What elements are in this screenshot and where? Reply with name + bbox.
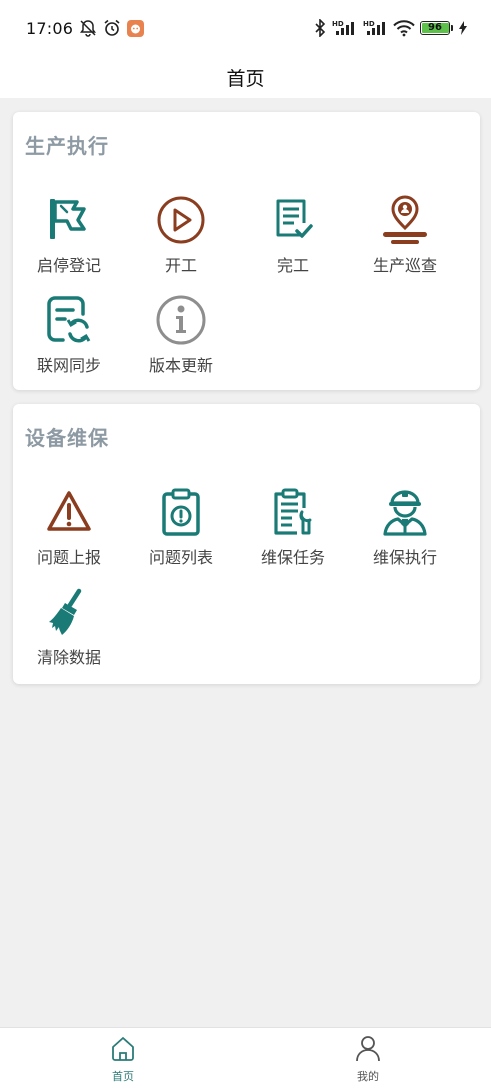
menu-item-label: 版本更新: [148, 356, 213, 375]
tab-label: 首页: [112, 1070, 134, 1083]
broom-icon: [41, 584, 97, 640]
menu-item-issue-list[interactable]: 问题列表: [125, 484, 237, 574]
flag-icon: [41, 192, 97, 248]
signal-hd-icon: HD: [331, 19, 357, 37]
location-person-icon: [377, 192, 433, 248]
menu-item-label: 完工: [276, 256, 309, 275]
menu-item-label: 启停登记: [36, 256, 101, 275]
section-title: 生产执行: [25, 134, 109, 158]
sync-document-icon: [41, 292, 97, 348]
home-icon: [109, 1034, 137, 1066]
menu-item-network-sync[interactable]: 联网同步: [13, 292, 125, 382]
app-notification-icon: [127, 19, 145, 37]
menu-item-clear-data[interactable]: 清除数据: [13, 584, 125, 674]
menu-item-start-work[interactable]: 开工: [125, 192, 237, 282]
alarm-icon: [103, 19, 121, 37]
section-card-production: 生产执行 启停登记 开工 完工 生产巡查 联网同步 版本更新: [13, 112, 480, 390]
info-icon: [153, 292, 209, 348]
play-icon: [153, 192, 209, 248]
section-title: 设备维保: [25, 426, 109, 450]
menu-item-label: 联网同步: [36, 356, 101, 375]
menu-item-label: 维保执行: [372, 548, 437, 567]
tab-label: 我的: [357, 1070, 379, 1083]
bottom-tab-bar: 首页 我的: [0, 1027, 491, 1089]
clipboard-alert-icon: [153, 484, 209, 540]
menu-item-maintenance-execution[interactable]: 维保执行: [349, 484, 461, 574]
checklist-icon: [265, 192, 321, 248]
warning-icon: [41, 484, 97, 540]
battery-icon: 96: [420, 21, 453, 35]
menu-item-complete-work[interactable]: 完工: [237, 192, 349, 282]
signal-hd-text: HD: [363, 20, 375, 28]
status-bar: 17:06 HD HD 96: [0, 0, 491, 56]
bell-off-icon: [79, 19, 97, 37]
menu-item-maintenance-task[interactable]: 维保任务: [237, 484, 349, 574]
status-left: 17:06: [26, 18, 145, 38]
menu-item-report-issue[interactable]: 问题上报: [13, 484, 125, 574]
bluetooth-icon: [314, 19, 326, 37]
signal-hd-icon: HD: [362, 19, 388, 37]
signal-hd-text: HD: [332, 20, 344, 28]
menu-item-start-stop-register[interactable]: 启停登记: [13, 192, 125, 282]
menu-item-version-update[interactable]: 版本更新: [125, 292, 237, 382]
header: 首页: [0, 56, 491, 98]
status-time: 17:06: [26, 18, 74, 38]
menu-item-production-inspection[interactable]: 生产巡查: [349, 192, 461, 282]
tab-home[interactable]: 首页: [63, 1028, 183, 1089]
status-right: HD HD 96: [314, 19, 467, 37]
battery-level: 96: [428, 22, 442, 33]
tab-mine[interactable]: 我的: [308, 1028, 428, 1089]
menu-item-label: 生产巡查: [372, 256, 437, 275]
menu-item-label: 维保任务: [260, 548, 325, 567]
page-title: 首页: [226, 67, 265, 90]
charging-icon: [459, 21, 467, 35]
clipboard-wrench-icon: [265, 484, 321, 540]
menu-item-label: 清除数据: [36, 648, 101, 667]
section-card-maintenance: 设备维保 问题上报 问题列表 维保任务 维保执行 清除数据: [13, 404, 480, 684]
wifi-icon: [393, 19, 415, 37]
menu-item-label: 问题上报: [36, 548, 101, 567]
worker-icon: [377, 484, 433, 540]
user-icon: [354, 1034, 382, 1066]
menu-item-label: 开工: [164, 256, 197, 275]
menu-item-label: 问题列表: [148, 548, 213, 567]
